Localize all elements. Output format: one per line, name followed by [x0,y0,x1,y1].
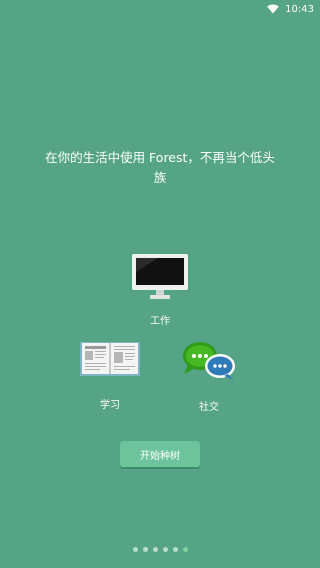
study-item: 学习 [78,340,142,411]
social-item: 社交 [180,340,238,413]
page-dot[interactable] [142,547,148,552]
monitor-icon [132,254,188,299]
start-planting-button[interactable]: 开始种树 [120,441,200,467]
clock-time: 10:43 [285,3,314,15]
status-right: 10:43 [267,2,314,16]
study-label: 学习 [100,400,120,411]
open-book-icon [80,342,140,376]
social-label: 社交 [199,402,219,413]
page-dot[interactable] [132,547,138,552]
page-dot[interactable] [152,547,158,552]
page-dot-active[interactable] [182,547,188,552]
status-bar: 10:43 [0,0,320,18]
page-indicator [0,547,320,555]
work-label: 工作 [150,316,170,327]
wifi-icon [267,4,279,14]
page-dot[interactable] [162,547,168,552]
chat-bubbles-icon [183,342,235,380]
onboarding-headline: 在你的生活中使用 Forest，不再当个低头族 [45,150,275,185]
work-item: 工作 [128,252,192,327]
page-dot[interactable] [172,547,178,552]
